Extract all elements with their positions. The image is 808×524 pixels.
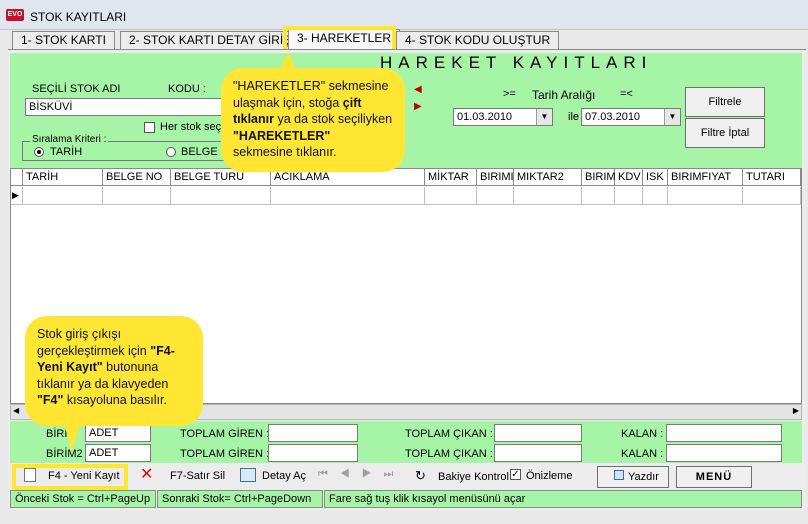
tab-callout: "HAREKETLER" sekmesine ulaşmak için, sto…: [221, 68, 405, 172]
col-belge-no[interactable]: BELGE NO: [103, 169, 171, 186]
preview-label: Önizleme: [526, 470, 573, 482]
menu-button[interactable]: MENÜ: [676, 466, 752, 488]
col-birimfiyat[interactable]: BIRIMFIYAT: [668, 169, 743, 186]
toplam-giren-field[interactable]: [268, 424, 358, 442]
sort-group-label: Sıralama Kriteri :: [30, 134, 109, 145]
stock-name-label: SEÇİLİ STOK ADI: [32, 83, 121, 95]
col-tarih[interactable]: TARİH: [23, 169, 103, 186]
table-row-cell[interactable]: [514, 187, 582, 205]
date-to-value: 07.03.2010: [585, 111, 641, 123]
app-logo-icon: EVO: [6, 9, 24, 21]
stock-name-field[interactable]: BİSKÜVİ: [25, 98, 230, 116]
kalan-field-2[interactable]: [666, 444, 782, 462]
all-stock-checkbox[interactable]: [144, 122, 155, 133]
birim2-field[interactable]: ADET: [85, 444, 151, 462]
table-row-cell[interactable]: [743, 187, 801, 205]
toplam-giren-field-2[interactable]: [268, 444, 358, 462]
gte-symbol: >=: [503, 88, 516, 100]
scroll-left-icon[interactable]: ◀: [13, 406, 19, 415]
toplam-cikan-label-2: TOPLAM ÇIKAN :: [405, 448, 493, 460]
preview-checkbox[interactable]: ✓: [510, 469, 521, 480]
tab-callout-text-3: sekmesine tıklanır.: [233, 145, 337, 159]
scroll-right-icon[interactable]: ▶: [793, 406, 799, 415]
kalan-label: KALAN :: [621, 428, 664, 440]
chevron-down-icon[interactable]: ▼: [536, 109, 552, 125]
table-row-cell[interactable]: [668, 187, 743, 205]
page-title: HAREKET KAYITLARI: [380, 53, 653, 72]
toplam-cikan-field-2[interactable]: [494, 444, 582, 462]
col-miktar2[interactable]: MIKTAR2: [514, 169, 582, 186]
filter-cancel-button[interactable]: Filtre İptal: [685, 118, 765, 148]
chevron-down-icon[interactable]: ▼: [664, 109, 680, 125]
col-birimi[interactable]: BIRIMI: [477, 169, 514, 186]
tab-callout-bold-2: "HAREKETLER": [233, 128, 331, 143]
next-arrow-icon[interactable]: ▶: [414, 101, 422, 112]
date-range-label: Tarih Aralığı: [532, 88, 596, 102]
col-birim2[interactable]: BIRIM2: [582, 169, 622, 186]
refresh-icon[interactable]: ↻: [415, 468, 426, 484]
status-next: Sonraki Stok= Ctrl+PageDown: [157, 490, 323, 508]
row-indicator-icon: ▶: [11, 187, 23, 205]
table-row-cell[interactable]: [643, 187, 668, 205]
f4-callout: Stok giriş çıkışı gerçekleştirmek için "…: [25, 316, 203, 426]
toplam-cikan-label: TOPLAM ÇIKAN :: [405, 428, 493, 440]
detail-icon: [240, 468, 256, 482]
kalan-label-2: KALAN :: [621, 448, 664, 460]
status-prev: Önceki Stok = Ctrl+PageUp: [10, 490, 156, 508]
delete-icon: ✕: [140, 466, 154, 483]
all-stock-checkbox-label: Her stok seçil: [160, 121, 227, 133]
sort-date-radio[interactable]: [34, 147, 44, 157]
window-title: STOK KAYITLARI: [30, 10, 127, 24]
table-row-cell[interactable]: [582, 187, 615, 205]
new-record-highlight: [12, 464, 128, 490]
date-from-select[interactable]: 01.03.2010 ▼: [453, 108, 553, 126]
date-from-value: 01.03.2010: [457, 111, 513, 123]
lte-symbol: =<: [620, 88, 633, 100]
tab-stok-karti[interactable]: 1- STOK KARTI: [12, 31, 115, 49]
sort-date-label: TARİH: [50, 146, 83, 158]
table-row-cell[interactable]: [615, 187, 643, 205]
toplam-giren-label: TOPLAM GİREN :: [180, 428, 270, 440]
date-to-select[interactable]: 07.03.2010 ▼: [581, 108, 681, 126]
balance-check-button[interactable]: Bakiye Kontrol: [438, 471, 509, 483]
col-tutari[interactable]: TUTARI: [743, 169, 801, 186]
tab-callout-text-1: "HAREKETLER" sekmesine ulaşmak için, sto…: [233, 79, 389, 110]
grid-corner: [11, 169, 23, 186]
status-bar: Önceki Stok = Ctrl+PageUp Sonraki Stok= …: [10, 490, 802, 508]
filter-button[interactable]: Filtrele: [685, 87, 765, 117]
code-label: KODU :: [168, 83, 206, 95]
tab-stok-kodu-olustur[interactable]: 4- STOK KODU OLUŞTUR: [396, 31, 560, 49]
toplam-cikan-field[interactable]: [494, 424, 582, 442]
print-icon: [614, 470, 624, 480]
col-isk[interactable]: ISK: [643, 169, 668, 186]
tab-callout-text-2: ya da stok seçiliyken: [274, 112, 393, 126]
table-row-cell[interactable]: [23, 187, 103, 205]
f4-callout-text-1: Stok giriş çıkışı gerçekleştirmek için: [37, 327, 151, 358]
col-miktar[interactable]: MİKTAR: [425, 169, 477, 186]
detail-open-button[interactable]: Detay Aç: [262, 470, 306, 482]
kalan-field[interactable]: [666, 424, 782, 442]
sort-doc-radio[interactable]: [166, 147, 176, 157]
delete-row-button[interactable]: F7-Satır Sil: [170, 470, 225, 482]
tab-callout-pointer: [280, 52, 296, 70]
date-connector: ile: [568, 111, 580, 123]
f4-callout-bold-2: "F4": [37, 393, 64, 407]
print-label: Yazdır: [628, 471, 659, 483]
birim-field[interactable]: ADET: [85, 424, 151, 442]
f4-callout-pointer: [64, 424, 80, 452]
table-row-cell[interactable]: [425, 187, 477, 205]
status-hint: Fare sağ tuş klik kısayol menüsünü açar: [324, 490, 802, 508]
table-row-cell[interactable]: [171, 187, 271, 205]
toplam-giren-label-2: TOPLAM GİREN :: [180, 448, 270, 460]
table-row-cell[interactable]: [271, 187, 425, 205]
table-row-cell[interactable]: [103, 187, 171, 205]
table-row-cell[interactable]: [477, 187, 514, 205]
col-kdv[interactable]: KDV: [615, 169, 643, 186]
f4-callout-text-3: kısayoluna basılır.: [63, 393, 167, 407]
prev-arrow-icon[interactable]: ◀: [414, 84, 422, 95]
tab-stok-karti-detay[interactable]: 2- STOK KARTI DETAY GİRİŞİ: [120, 31, 304, 49]
print-button[interactable]: Yazdır: [597, 466, 669, 488]
record-nav-icons[interactable]: ⏮◀▶⏭: [318, 468, 405, 481]
